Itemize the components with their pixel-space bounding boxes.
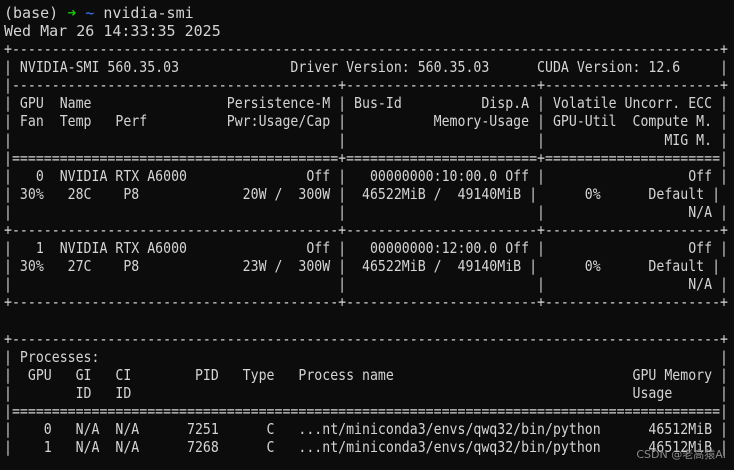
output-line: +---------------------------------------… [4, 40, 728, 58]
output-line: | 1 NVIDIA RTX A6000 Off | 00000000:12:0… [4, 239, 728, 258]
output-line: | Processes: | [4, 347, 728, 366]
output-line: |---------------------------------------… [4, 76, 728, 95]
output-line: | | | N/A | [4, 275, 728, 294]
command-text: nvidia-smi [103, 4, 194, 22]
output-line: | GPU GI CI PID Type Process name GPU Me… [4, 365, 728, 384]
output-line: | NVIDIA-SMI 560.35.03 Driver Version: 5… [4, 58, 728, 77]
output-line: |=======================================… [4, 148, 728, 167]
prompt-arrow-icon: ➜ [67, 4, 77, 22]
output-line: +---------------------------------------… [4, 329, 728, 348]
output-line: |=======================================… [4, 402, 728, 420]
prompt-line: (base) ➜ ~ nvidia-smi [4, 4, 194, 22]
output-line: | 0 NVIDIA RTX A6000 Off | 00000000:10:0… [4, 166, 728, 185]
conda-env: (base) [4, 4, 59, 22]
output-line: | | | N/A | [4, 202, 728, 221]
output-line: | 30% 27C P8 23W / 300W | 46522MiB / 491… [4, 257, 721, 276]
output-line: +---------------------------------------… [4, 293, 728, 312]
output-line: | 0 N/A N/A 7251 C ...nt/miniconda3/envs… [4, 420, 728, 439]
datetime-line: Wed Mar 26 14:33:35 2025 [4, 22, 221, 40]
output-line: | GPU Name Persistence-M | Bus-Id Disp.A… [4, 94, 728, 113]
watermark: CSDN @老高猿AI [636, 448, 726, 461]
output-line: | | | MIG M. | [4, 130, 728, 149]
terminal-window[interactable]: (base) ➜ ~ nvidia-smi Wed Mar 26 14:33:3… [0, 0, 734, 470]
cwd: ~ [85, 4, 95, 22]
output-line: | Fan Temp Perf Pwr:Usage/Cap | Memory-U… [4, 112, 728, 131]
output-line: | 1 N/A N/A 7268 C ...nt/miniconda3/envs… [4, 438, 728, 457]
output-line: | 30% 28C P8 20W / 300W | 46522MiB / 491… [4, 184, 721, 203]
output-line: | ID ID Usage | [4, 383, 728, 402]
output-line: +---------------------------------------… [4, 221, 728, 239]
